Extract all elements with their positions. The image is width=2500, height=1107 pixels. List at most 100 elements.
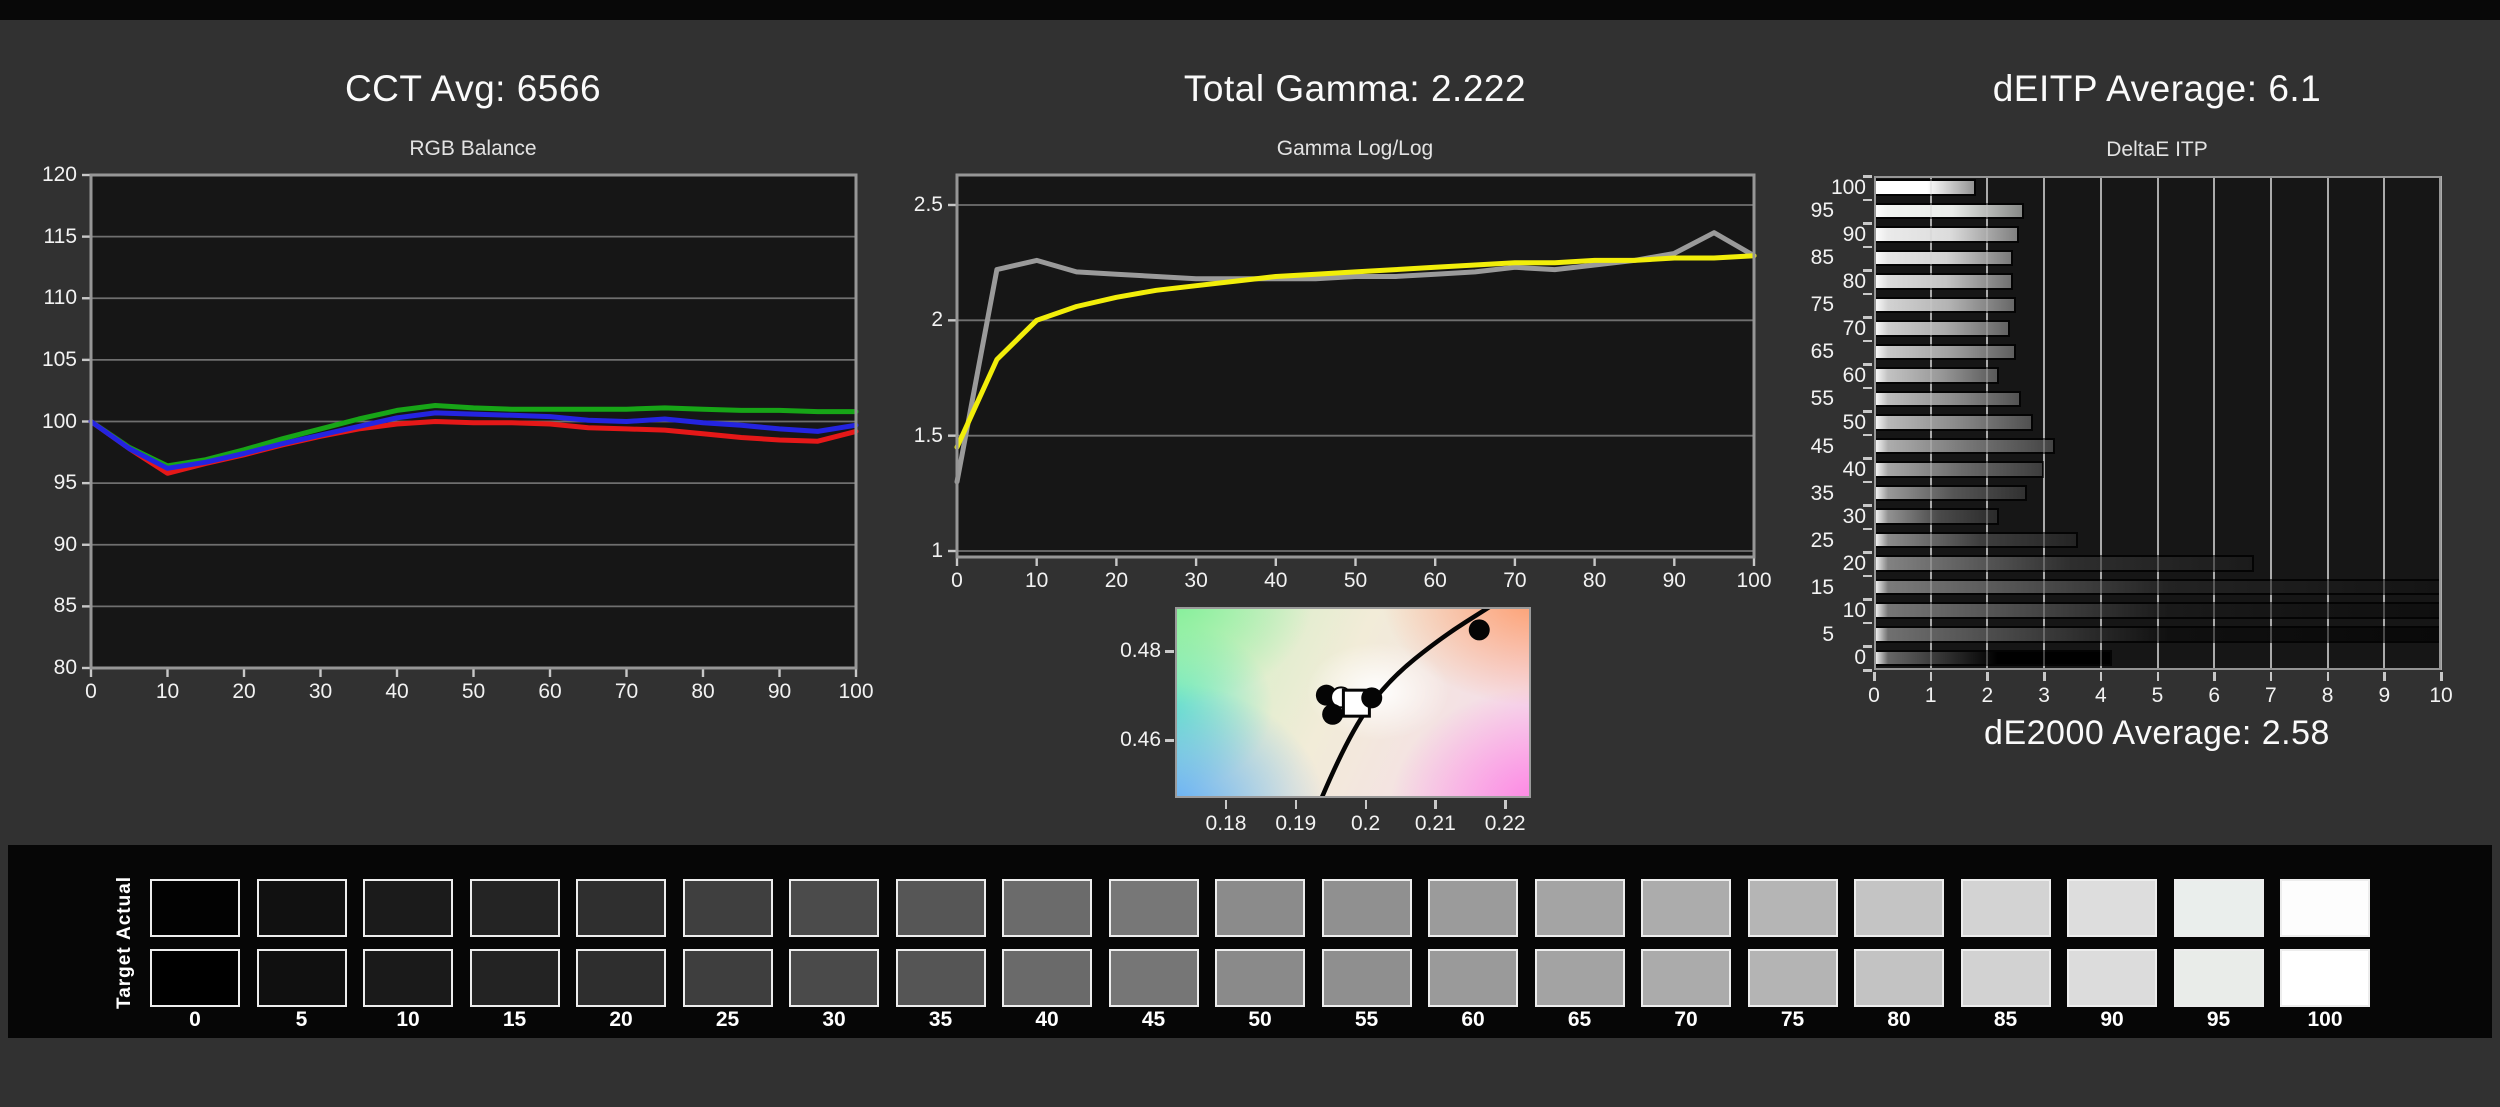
deitp-ytick bbox=[1863, 433, 1872, 437]
strip-level-label: 25 bbox=[715, 1008, 740, 1031]
strip-level-label: 55 bbox=[1354, 1008, 1379, 1031]
plot-gamma-xtick-label: 80 bbox=[1582, 569, 1607, 592]
actual-swatch-15 bbox=[469, 879, 560, 937]
deitp-ytick bbox=[1863, 645, 1872, 648]
strip-level-label: 65 bbox=[1567, 1008, 1592, 1031]
top-bar bbox=[0, 0, 2500, 20]
cie-ytick bbox=[1165, 739, 1174, 742]
plot-rgb-ytick-label: 100 bbox=[41, 409, 77, 433]
actual-swatch-30 bbox=[789, 879, 879, 937]
plot-gamma-xtick-label: 20 bbox=[1104, 569, 1129, 592]
actual-swatch-20 bbox=[576, 879, 666, 937]
deitp-gridline-overlay bbox=[2213, 176, 2216, 670]
deitp-bar-40 bbox=[1874, 461, 2045, 478]
deitp-category-label: 80 bbox=[1842, 269, 1866, 293]
deitp-xtick-label: 6 bbox=[2208, 684, 2221, 707]
plot-rgb-ytick-label: 95 bbox=[53, 471, 77, 495]
deitp-xtick-label: 4 bbox=[2094, 684, 2107, 707]
target-swatch-30 bbox=[789, 949, 879, 1007]
cie-xtick bbox=[1434, 800, 1437, 809]
gamma-plot bbox=[948, 173, 1757, 566]
cie-xtick-label: 0.22 bbox=[1484, 812, 1526, 835]
gamma-loglog-subtitle: Gamma Log/Log bbox=[1276, 137, 1434, 160]
actual-swatch-35 bbox=[895, 879, 986, 937]
target-swatch-90 bbox=[2067, 949, 2157, 1007]
deitp-ytick bbox=[1863, 504, 1872, 507]
deltae-itp-plot bbox=[1874, 176, 2442, 670]
deitp-gridline-overlay bbox=[1929, 176, 1932, 670]
actual-swatch-40 bbox=[1002, 879, 1092, 937]
deitp-bar-30 bbox=[1874, 508, 1999, 525]
target-row-label: Target bbox=[114, 946, 135, 1010]
deitp-ytick bbox=[1863, 669, 1872, 672]
total-gamma-title: Total Gamma: 2.222 bbox=[1183, 68, 1527, 109]
strip-level-label: 75 bbox=[1780, 1008, 1805, 1031]
deitp-ytick bbox=[1863, 527, 1872, 531]
actual-swatch-80 bbox=[1854, 879, 1944, 937]
deitp-category-label: 5 bbox=[1822, 622, 1834, 646]
plot-gamma-svg bbox=[948, 173, 1757, 566]
deitp-category-label: 40 bbox=[1842, 458, 1866, 482]
deitp-category-label: 60 bbox=[1842, 363, 1866, 387]
strip-level-label: 20 bbox=[609, 1008, 633, 1031]
deitp-category-label: 30 bbox=[1842, 505, 1866, 529]
target-swatch-20 bbox=[576, 949, 666, 1007]
strip-level-label: 50 bbox=[1248, 1008, 1272, 1031]
deitp-bar-95 bbox=[1874, 202, 2025, 219]
actual-swatch-0 bbox=[150, 879, 240, 937]
plot-gamma-xtick-label: 10 bbox=[1025, 569, 1049, 592]
cie-ytick-label: 0.46 bbox=[1120, 728, 1161, 752]
deitp-bar-80 bbox=[1874, 273, 2013, 290]
plot-rgb-xtick-label: 80 bbox=[691, 680, 715, 703]
actual-row-label: Actual bbox=[114, 875, 135, 941]
deitp-bar-0 bbox=[1874, 649, 2113, 666]
plot-gamma-xtick-label: 30 bbox=[1184, 569, 1208, 592]
deitp-xtick-label: 1 bbox=[1924, 684, 1937, 707]
deitp-category-label: 20 bbox=[1842, 552, 1866, 576]
strip-level-label: 95 bbox=[2206, 1008, 2231, 1031]
deitp-ytick bbox=[1863, 339, 1872, 343]
deitp-xtick bbox=[2099, 672, 2103, 681]
plot-gamma-xtick-label: 90 bbox=[1662, 569, 1686, 592]
plot-rgb-ytick-label: 110 bbox=[43, 286, 77, 310]
deitp-xtick-label: 5 bbox=[2151, 684, 2164, 707]
strip-level-label: 85 bbox=[1993, 1008, 2018, 1031]
deitp-xtick bbox=[2326, 672, 2330, 681]
target-swatch-95 bbox=[2173, 949, 2264, 1007]
plot-rgb-ytick-label: 105 bbox=[41, 347, 77, 371]
target-swatch-10 bbox=[363, 949, 453, 1007]
deitp-bar-60 bbox=[1874, 367, 1999, 384]
deitp-gridline-overlay bbox=[2156, 176, 2159, 670]
deitp-ytick bbox=[1863, 410, 1872, 413]
plot-rgb-xtick-label: 0 bbox=[85, 680, 97, 703]
actual-swatch-95 bbox=[2173, 879, 2264, 937]
deitp-ytick bbox=[1863, 245, 1872, 249]
plot-rgb-xtick-label: 50 bbox=[461, 680, 486, 703]
actual-swatch-70 bbox=[1641, 879, 1731, 937]
deitp-xtick bbox=[2269, 672, 2273, 681]
plot-rgb-xtick-label: 30 bbox=[308, 680, 333, 703]
deitp-gridline-overlay bbox=[1986, 176, 1989, 670]
target-swatch-5 bbox=[256, 949, 347, 1007]
deitp-category-label: 15 bbox=[1810, 575, 1834, 599]
strip-level-label: 45 bbox=[1141, 1008, 1166, 1031]
plot-rgb-xtick-label: 90 bbox=[767, 680, 792, 703]
plot-gamma-ytick-label: 2 bbox=[931, 308, 943, 332]
target-swatch-55 bbox=[1321, 949, 1412, 1007]
actual-swatch-45 bbox=[1108, 879, 1199, 937]
deitp-category-label: 10 bbox=[1842, 599, 1866, 623]
deitp-xtick bbox=[2156, 672, 2159, 681]
deitp-bar-70 bbox=[1874, 320, 2011, 337]
cie-xtick-label: 0.18 bbox=[1205, 812, 1247, 835]
deitp-category-label: 100 bbox=[1830, 175, 1866, 199]
target-swatch-25 bbox=[682, 949, 773, 1007]
plot-rgb-xtick-label: 70 bbox=[614, 680, 639, 703]
deitp-category-label: 90 bbox=[1842, 222, 1866, 246]
deitp-category-label: 25 bbox=[1810, 528, 1834, 552]
strip-level-label: 90 bbox=[2100, 1008, 2124, 1031]
cie-xtick-label: 0.21 bbox=[1414, 812, 1456, 835]
deitp-xtick bbox=[2213, 672, 2216, 681]
deitp-xtick bbox=[2043, 672, 2046, 681]
cie-xtick bbox=[1224, 800, 1228, 809]
plot-rgb-xtick-label: 40 bbox=[385, 680, 409, 703]
